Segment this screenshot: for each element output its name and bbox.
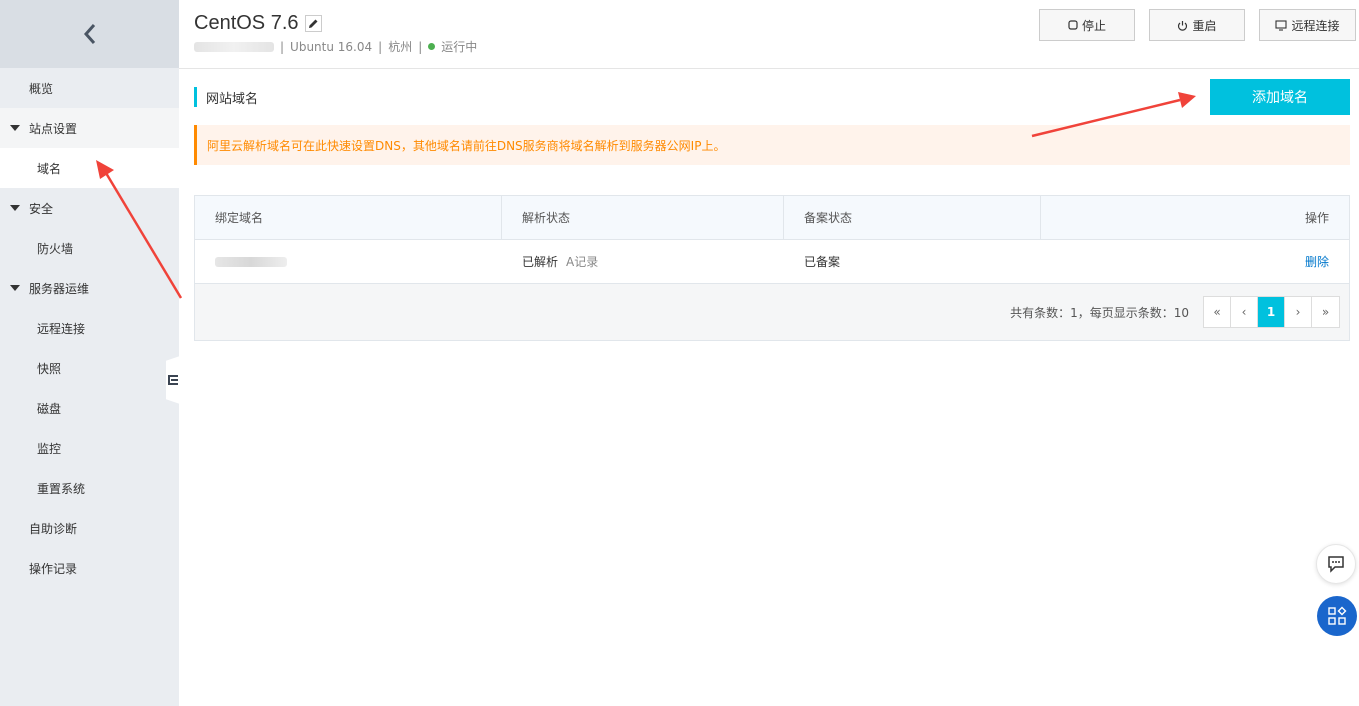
add-domain-button[interactable]: 添加域名	[1210, 79, 1350, 115]
stop-icon	[1068, 20, 1078, 30]
sidebar-item-label: 概览	[29, 81, 54, 96]
column-header-actions: 操作	[1304, 211, 1329, 225]
chat-icon	[1328, 556, 1344, 573]
sidebar-item-label: 监控	[37, 441, 62, 456]
resolve-status-cell: 已解析 A记录	[502, 240, 784, 283]
sidebar-group-server-ops[interactable]: 服务器运维	[0, 268, 179, 308]
edit-name-button[interactable]	[304, 15, 322, 32]
sidebar-item-overview[interactable]: 概览	[0, 68, 179, 108]
sidebar-item-label: 站点设置	[29, 121, 78, 136]
feedback-button[interactable]	[1316, 544, 1356, 584]
dns-notice: 阿里云解析域名可在此快速设置DNS，其他域名请前往DNS服务商将域名解析到服务器…	[194, 125, 1350, 165]
prev-page-button[interactable]: ‹	[1231, 297, 1258, 327]
power-icon	[1178, 20, 1188, 31]
icp-status-cell: 已备案	[784, 240, 1041, 283]
separator: |	[418, 39, 423, 54]
ip-address-redacted	[194, 41, 274, 52]
sidebar-item-snapshot[interactable]: 快照	[0, 348, 179, 388]
sidebar-item-label: 防火墙	[37, 241, 74, 256]
domain-cell	[195, 240, 502, 283]
sidebar-collapse-toggle[interactable]	[166, 356, 180, 404]
sidebar-item-operation-log[interactable]: 操作记录	[0, 548, 179, 588]
status-text: 运行中	[441, 40, 478, 54]
record-type: A记录	[566, 255, 599, 269]
instance-meta: | Ubuntu 16.04 | 杭州 | 运行中	[194, 38, 477, 55]
caret-down-icon	[10, 285, 20, 291]
resolve-status: 已解析	[522, 255, 559, 269]
section-title: 网站域名	[194, 87, 258, 107]
table-footer: 共有条数：1，每页显示条数：10 « ‹ 1 › »	[195, 284, 1349, 340]
chevron-left-icon	[83, 24, 95, 44]
list-collapse-icon	[168, 375, 178, 385]
separator: |	[378, 39, 383, 54]
column-header-resolve-status: 解析状态	[502, 196, 784, 239]
domain-redacted	[215, 256, 287, 267]
region: 杭州	[388, 40, 413, 54]
instance-name: CentOS 7.6	[194, 12, 299, 34]
sidebar-item-label: 自助诊断	[29, 521, 78, 536]
remote-connect-button[interactable]: 远程连接	[1259, 9, 1356, 41]
restart-button[interactable]: 重启	[1149, 9, 1245, 41]
actions-cell: 删除	[1041, 240, 1349, 283]
page-title: CentOS 7.6	[194, 12, 322, 35]
remote-connect-label: 远程连接	[1291, 18, 1340, 33]
pagination: « ‹ 1 › »	[1203, 296, 1340, 328]
first-page-button[interactable]: «	[1204, 297, 1231, 327]
sidebar-item-label: 磁盘	[37, 401, 62, 416]
sidebar-group-site-settings[interactable]: 站点设置	[0, 108, 179, 148]
sidebar: 概览 站点设置 域名 安全 防火墙 服务器运维 远程连接 快照 磁盘 监控 重置…	[0, 0, 179, 706]
sidebar-item-domain[interactable]: 域名	[0, 148, 179, 188]
sidebar-group-security[interactable]: 安全	[0, 188, 179, 228]
sidebar-item-firewall[interactable]: 防火墙	[0, 228, 179, 268]
sidebar-item-monitor[interactable]: 监控	[0, 428, 179, 468]
sidebar-item-label: 远程连接	[37, 321, 86, 336]
pagination-total: 共有条数：1，每页显示条数：10	[1010, 305, 1189, 320]
column-header-icp-status: 备案状态	[784, 196, 1041, 239]
restart-label: 重启	[1192, 18, 1217, 33]
table-row: 已解析 A记录 已备案 删除	[195, 240, 1349, 284]
sidebar-item-disk[interactable]: 磁盘	[0, 388, 179, 428]
delete-link[interactable]: 删除	[1305, 253, 1329, 270]
os-version: Ubuntu 16.04	[290, 39, 373, 54]
caret-down-icon	[10, 125, 20, 131]
column-header-domain: 绑定域名	[195, 196, 502, 239]
sidebar-item-label: 快照	[37, 361, 62, 376]
sidebar-item-self-diagnosis[interactable]: 自助诊断	[0, 508, 179, 548]
back-button[interactable]	[0, 0, 179, 68]
instance-header: CentOS 7.6 | Ubuntu 16.04 | 杭州 | 运行中 停止 …	[179, 0, 1359, 69]
next-page-button[interactable]: ›	[1285, 297, 1312, 327]
domain-table: 绑定域名 解析状态 备案状态 操作 已解析 A记录 已备案 删除 共有条数：1，…	[194, 195, 1350, 341]
last-page-button[interactable]: »	[1312, 297, 1339, 327]
sidebar-item-label: 安全	[29, 201, 54, 216]
monitor-icon	[1275, 19, 1288, 31]
pencil-icon	[308, 19, 318, 28]
sidebar-item-label: 操作记录	[29, 561, 78, 576]
separator: |	[280, 39, 285, 54]
icp-status: 已备案	[804, 255, 841, 269]
sidebar-item-label: 重置系统	[37, 481, 86, 496]
sidebar-item-remote-connect[interactable]: 远程连接	[0, 308, 179, 348]
caret-down-icon	[10, 205, 20, 211]
table-header: 绑定域名 解析状态 备案状态 操作	[195, 196, 1349, 240]
sidebar-item-label: 域名	[37, 161, 62, 176]
apps-grid-icon	[1328, 606, 1347, 625]
stop-label: 停止	[1081, 18, 1106, 33]
sidebar-item-label: 服务器运维	[29, 281, 90, 296]
sidebar-item-reset-system[interactable]: 重置系统	[0, 468, 179, 508]
current-page-button[interactable]: 1	[1258, 297, 1285, 327]
stop-button[interactable]: 停止	[1039, 9, 1135, 41]
status-dot	[428, 43, 436, 50]
apps-button[interactable]	[1317, 596, 1357, 636]
